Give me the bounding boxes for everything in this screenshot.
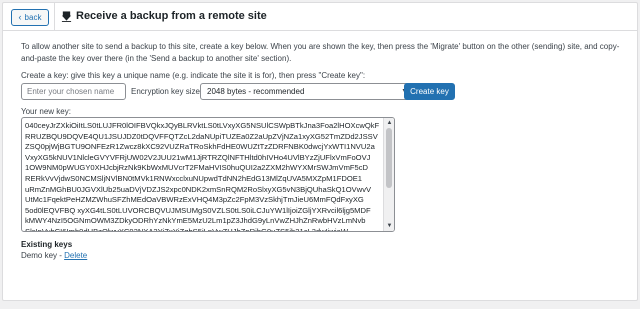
new-key-line: 1OW9NM0pWUGY0XHJcbjRzNk9KbWxMUVcrT2FMaHV… <box>25 163 369 173</box>
scroll-thumb[interactable] <box>386 128 392 188</box>
scroll-down-icon[interactable]: ▼ <box>386 223 393 229</box>
new-key-line: UtMc1FqektPeHZMZWhuSFZhMEdOaVBWRzExVHQ4M… <box>25 195 364 205</box>
new-key-line: 5od0lEQVFBQ xyXG4tLS0tLUVORCBQVUJMSUMgS0… <box>25 205 371 215</box>
back-button[interactable]: ‹ back <box>11 9 49 26</box>
encryption-key-size-label: Encryption key size: <box>131 87 203 96</box>
chevron-left-icon: ‹ <box>18 12 22 22</box>
new-key-line: kMWY4NzI5OGNmOWM3ZDkyODRhYzNkYmE5MzU2Lm1… <box>25 216 366 226</box>
new-key-line: RRUZBQU9DQVE4QU1JSUJDZ0tDQVFFQTZcL2daNUp… <box>25 131 378 141</box>
textarea-scrollbar[interactable]: ▲ ▼ <box>383 118 394 231</box>
encryption-key-size-select[interactable]: 2048 bytes - recommended ▼ <box>200 83 415 100</box>
header-divider <box>54 3 55 30</box>
existing-key-name: Demo key <box>21 251 58 260</box>
intro-text: To allow another site to send a backup t… <box>21 42 620 63</box>
existing-key-item: Demo key - Delete <box>21 251 87 260</box>
scroll-up-icon[interactable]: ▲ <box>386 120 393 126</box>
existing-keys-heading: Existing keys <box>21 240 73 249</box>
new-key-line: SlsInVybCI6Imh0dHBzOlwvXC92NXA2YjZxYjZqb… <box>25 227 381 231</box>
title-wrap: Receive a backup from a remote site <box>61 10 267 22</box>
new-key-line: RERkVvVjdwS0NCMSljNVlBN0tMVk1RNWxcclxuNU… <box>25 173 363 183</box>
key-name-input[interactable] <box>21 83 126 100</box>
new-key-line: uRmZnMGhBU0JGVXlUb25uaDVjVDZJS2xpc0NDK2x… <box>25 184 372 194</box>
new-key-textarea[interactable]: 040ceyJrZXkiOiItLS0tLUJFR0lOIFBVQkxJQyBL… <box>21 117 395 232</box>
download-icon <box>61 10 72 22</box>
encryption-key-size-value: 2048 bytes - recommended <box>207 87 305 96</box>
receive-backup-panel: ‹ back Receive a backup from a remote si… <box>2 2 638 301</box>
new-key-line: ZSQ0pjWjBGTU9ONFEzR1Zwcz8kXC92VUZRaTRoSk… <box>25 142 375 152</box>
panel-header: ‹ back Receive a backup from a remote si… <box>3 3 637 31</box>
create-key-label: Create a key: give this key a unique nam… <box>21 71 366 80</box>
new-key-text: 040ceyJrZXkiOiItLS0tLUJFR0lOIFBVQkxJQyBL… <box>25 121 381 231</box>
create-key-button[interactable]: Create key <box>404 83 455 100</box>
back-button-label: back <box>24 13 42 22</box>
create-key-row: Encryption key size: 2048 bytes - recomm… <box>21 83 455 100</box>
delete-key-link[interactable]: Delete <box>64 251 87 260</box>
page-title: Receive a backup from a remote site <box>76 10 267 22</box>
new-key-line: 040ceyJrZXkiOiItLS0tLUJFR0lOIFBVQkxJQyBL… <box>25 121 380 130</box>
new-key-label: Your new key: <box>21 107 71 116</box>
new-key-line: VxyXG5kNUV1NlcleGVYVFRjUW02V2JUU21wM1JjR… <box>25 152 371 162</box>
